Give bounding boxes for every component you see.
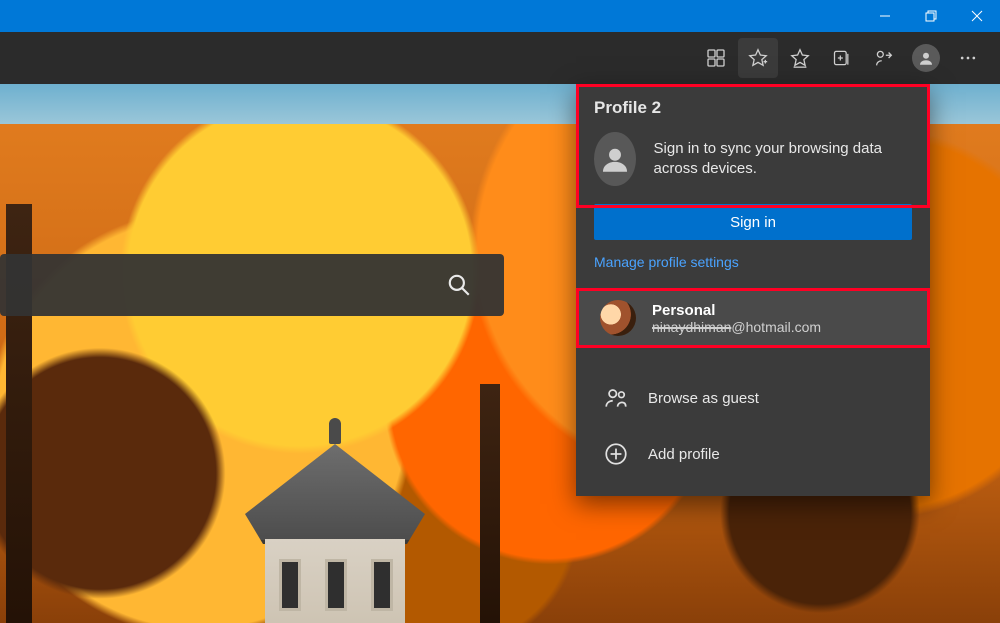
manage-profile-link[interactable]: Manage profile settings — [576, 254, 930, 288]
add-profile-button[interactable]: Add profile — [576, 426, 930, 482]
guest-icon — [602, 384, 630, 412]
sign-in-button[interactable]: Sign in — [594, 204, 912, 240]
browse-as-guest-button[interactable]: Browse as guest — [576, 370, 930, 426]
profile-button[interactable] — [906, 38, 946, 78]
window-close-button[interactable] — [954, 0, 1000, 32]
sign-in-label: Sign in — [730, 214, 776, 231]
browser-toolbar — [0, 32, 1000, 84]
profile-avatar-icon — [594, 132, 636, 186]
window-restore-button[interactable] — [908, 0, 954, 32]
personal-avatar-icon — [600, 300, 636, 336]
profile-flyout: Profile 2 Sign in to sync your browsing … — [576, 84, 930, 496]
add-icon — [602, 440, 630, 468]
window-titlebar — [0, 0, 1000, 32]
window-minimize-button[interactable] — [862, 0, 908, 32]
flyout-title: Profile 2 — [594, 98, 912, 118]
avatar-icon — [912, 44, 940, 72]
profile-item-personal[interactable]: Personal ninaydhiman@hotmail.com — [576, 288, 930, 348]
collections-icon[interactable] — [822, 38, 862, 78]
personal-profile-name: Personal — [652, 302, 821, 319]
more-icon[interactable] — [948, 38, 988, 78]
favorites-icon[interactable] — [780, 38, 820, 78]
extensions-icon[interactable] — [696, 38, 736, 78]
add-favorite-icon[interactable] — [738, 38, 778, 78]
guest-label: Browse as guest — [648, 390, 759, 407]
search-icon — [446, 272, 472, 298]
share-icon[interactable] — [864, 38, 904, 78]
personal-profile-email: ninaydhiman@hotmail.com — [652, 319, 821, 335]
search-input[interactable] — [0, 254, 504, 316]
add-profile-label: Add profile — [648, 446, 720, 463]
sync-message: Sign in to sync your browsing data acros… — [654, 139, 912, 180]
